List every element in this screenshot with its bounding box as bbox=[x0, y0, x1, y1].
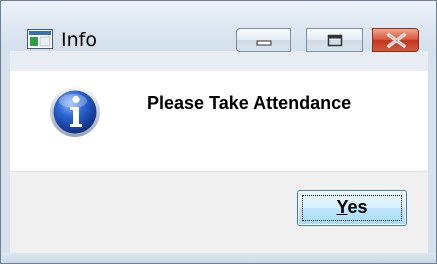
maximize-icon bbox=[327, 34, 343, 47]
maximize-button[interactable] bbox=[306, 28, 363, 52]
window-title: Info bbox=[61, 29, 97, 51]
frame-right bbox=[428, 51, 436, 253]
minimize-button[interactable] bbox=[236, 28, 291, 52]
yes-label-rest: es bbox=[347, 197, 368, 217]
button-bar: Yes bbox=[10, 171, 428, 254]
dialog-window: Info Please Take Attendance Yes bbox=[0, 0, 437, 264]
frame-left bbox=[1, 51, 10, 253]
yes-button-label: Yes bbox=[298, 197, 406, 218]
message-area: Please Take Attendance bbox=[10, 71, 428, 171]
frame-bottom bbox=[1, 253, 436, 263]
dialog-message: Please Take Attendance bbox=[147, 93, 352, 113]
window-app-icon[interactable] bbox=[27, 29, 53, 49]
close-button[interactable] bbox=[372, 28, 419, 52]
yes-mnemonic: Y bbox=[336, 197, 348, 217]
yes-button[interactable]: Yes bbox=[297, 190, 407, 226]
information-icon bbox=[50, 87, 100, 137]
title-bar[interactable]: Info bbox=[1, 1, 436, 52]
close-icon bbox=[386, 32, 407, 49]
minimize-icon bbox=[256, 40, 272, 46]
